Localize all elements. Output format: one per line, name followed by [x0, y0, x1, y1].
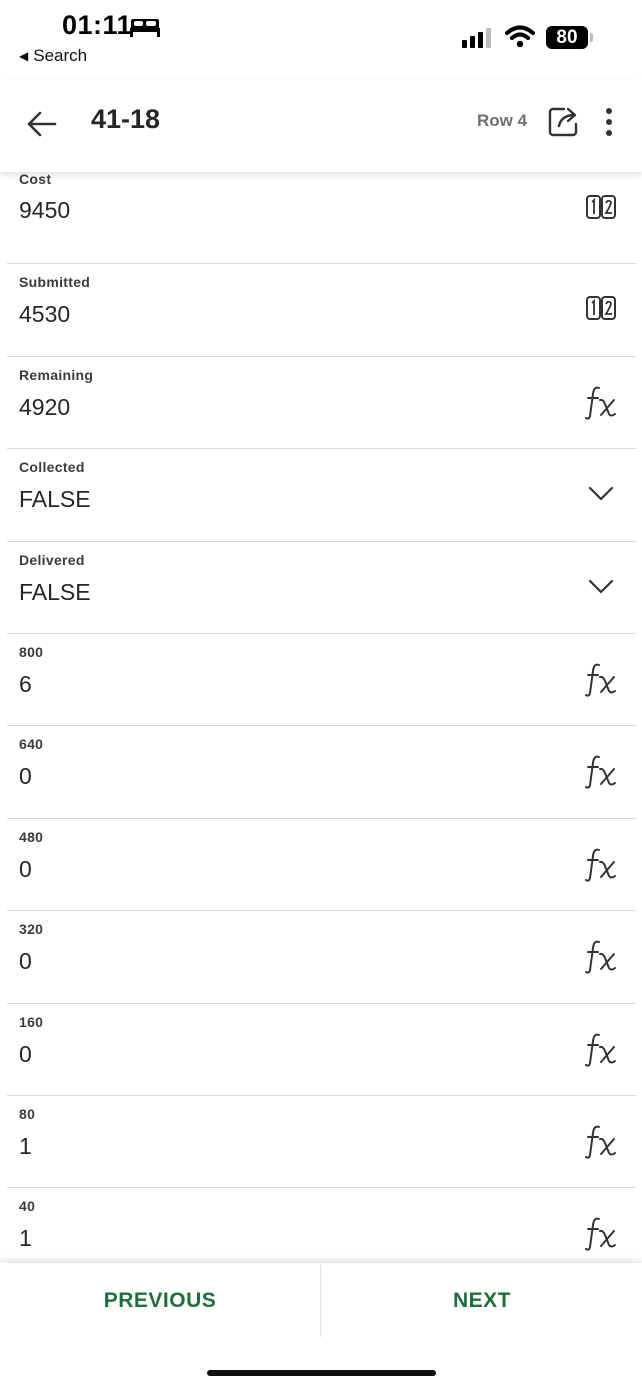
bottom-nav-bar: PREVIOUS NEXT — [0, 1263, 642, 1389]
number-icon — [586, 296, 616, 321]
field-value[interactable]: 4920 — [19, 394, 70, 421]
chevron-down-icon[interactable] — [584, 474, 618, 514]
field-delivered[interactable]: Delivered FALSE — [7, 542, 636, 634]
battery-icon: 80 — [546, 26, 588, 49]
field-label: 640 — [19, 736, 44, 753]
field-value[interactable]: 0 — [19, 948, 32, 975]
back-app-label: Search — [33, 46, 88, 65]
field-480[interactable]: 480 0 — [7, 819, 636, 912]
signal-icon — [462, 28, 491, 48]
formula-icon — [585, 1217, 616, 1251]
number-icon — [586, 195, 616, 219]
field-label: 160 — [19, 1013, 44, 1030]
chevron-down-icon[interactable] — [584, 567, 618, 607]
formula-icon — [585, 940, 616, 974]
field-value[interactable]: 0 — [19, 763, 32, 790]
page-title: 41-18 — [91, 104, 161, 134]
back-to-search-link[interactable]: ◀ Search — [19, 46, 87, 66]
field-640[interactable]: 640 0 — [7, 726, 636, 819]
field-40[interactable]: 40 1 — [7, 1188, 636, 1252]
back-arrow-icon[interactable] — [24, 106, 60, 142]
record-fields-list[interactable]: Cost 9450 Submitted 4530 Remaining 4920 … — [7, 172, 636, 1252]
formula-icon — [585, 1033, 616, 1067]
home-indicator[interactable] — [207, 1370, 436, 1376]
field-collected[interactable]: Collected FALSE — [7, 449, 636, 542]
row-indicator: Row 4 — [477, 111, 528, 130]
field-value[interactable]: 1 — [19, 1225, 32, 1252]
previous-button[interactable]: PREVIOUS — [0, 1263, 320, 1339]
field-value[interactable]: 9450 — [19, 197, 70, 224]
formula-icon — [585, 386, 616, 420]
button-divider — [320, 1265, 321, 1337]
share-icon[interactable] — [547, 104, 581, 138]
battery-tip — [590, 33, 593, 42]
more-vertical-icon[interactable] — [603, 107, 615, 137]
bed-icon — [130, 19, 160, 37]
field-80[interactable]: 80 1 — [7, 1096, 636, 1189]
field-value[interactable]: 0 — [19, 1041, 32, 1068]
back-triangle-icon: ◀ — [19, 49, 29, 63]
field-label: Remaining — [19, 366, 94, 383]
top-app-bar: 41-18 Row 4 — [0, 80, 642, 172]
formula-icon — [585, 663, 616, 697]
field-label: 480 — [19, 828, 44, 845]
formula-icon — [585, 1125, 616, 1159]
field-value[interactable]: FALSE — [19, 579, 91, 606]
field-label: 80 — [19, 1105, 36, 1122]
next-button[interactable]: NEXT — [322, 1263, 642, 1339]
field-value[interactable]: 4530 — [19, 301, 70, 328]
clock: 01:11 — [62, 10, 133, 40]
field-label: 320 — [19, 921, 44, 938]
field-value[interactable]: FALSE — [19, 486, 91, 513]
field-160[interactable]: 160 0 — [7, 1004, 636, 1096]
field-submitted[interactable]: Submitted 4530 — [7, 264, 636, 357]
field-label: Cost — [19, 172, 52, 187]
field-cost[interactable]: Cost 9450 — [7, 172, 636, 265]
formula-icon — [585, 755, 616, 789]
field-320[interactable]: 320 0 — [7, 911, 636, 1004]
field-label: Delivered — [19, 551, 85, 568]
field-remaining[interactable]: Remaining 4920 — [7, 357, 636, 450]
field-value[interactable]: 0 — [19, 856, 32, 883]
wifi-icon — [505, 25, 535, 48]
field-label: 800 — [19, 643, 44, 660]
field-label: Collected — [19, 459, 85, 476]
field-800[interactable]: 800 6 — [7, 634, 636, 727]
formula-icon — [585, 848, 616, 882]
field-value[interactable]: 1 — [19, 1133, 32, 1160]
status-bar: 01:11 ◀ Search 80 — [0, 0, 642, 80]
field-label: 40 — [19, 1198, 36, 1215]
field-value[interactable]: 6 — [19, 671, 32, 698]
field-label: Submitted — [19, 274, 91, 291]
